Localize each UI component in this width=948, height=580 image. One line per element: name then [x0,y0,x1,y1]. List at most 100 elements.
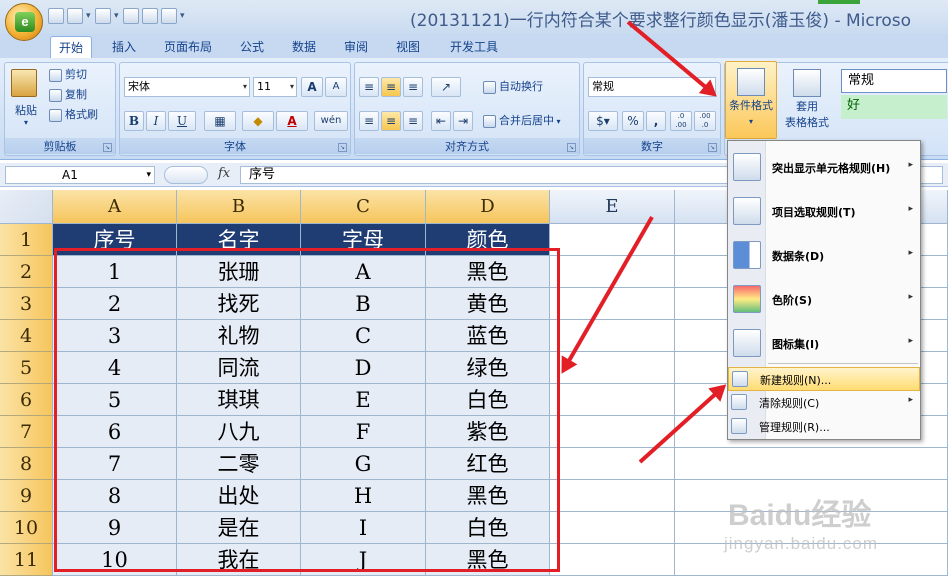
table-cell[interactable]: 1 [53,256,177,288]
column-header-c[interactable]: C [301,190,426,224]
tab-view[interactable]: 视图 [388,36,428,58]
underline-button[interactable]: U [168,111,196,131]
paste-button[interactable]: 粘贴 ▾ [11,69,41,127]
row-header[interactable]: 6 [0,384,53,416]
merge-center-button[interactable]: 合并后居中 ▾ [483,113,561,130]
style-good-swatch[interactable]: 好 [841,95,947,119]
align-top-button[interactable]: ≡ [359,77,379,97]
customize-qat-icon[interactable]: ▾ [180,9,186,23]
row-header[interactable]: 4 [0,320,53,352]
table-cell[interactable]: 2 [53,288,177,320]
row-header[interactable]: 8 [0,448,53,480]
decrease-decimal-button[interactable]: .00 .0 [694,111,716,131]
table-cell[interactable]: D [301,352,426,384]
table-cell[interactable]: 白色 [426,512,550,544]
tab-data[interactable]: 数据 [284,36,324,58]
fill-color-button[interactable]: ◆ [242,111,274,131]
qat-custom-icon-2[interactable] [142,8,158,24]
table-cell[interactable]: 八九 [177,416,301,448]
percent-button[interactable]: % [622,111,644,131]
column-header-b[interactable]: B [177,190,301,224]
header-cell[interactable]: 颜色 [426,224,550,256]
table-cell[interactable]: 黑色 [426,480,550,512]
table-cell[interactable]: 5 [53,384,177,416]
italic-button[interactable]: I [146,111,166,131]
table-cell[interactable]: 8 [53,480,177,512]
table-cell[interactable]: 7 [53,448,177,480]
orientation-button[interactable]: ↗ [431,77,461,97]
font-launcher-icon[interactable]: ↘ [338,143,347,152]
table-cell[interactable]: A [301,256,426,288]
save-icon[interactable] [48,8,64,24]
tab-insert[interactable]: 插入 [104,36,144,58]
qat-custom-icon-1[interactable] [123,8,139,24]
name-box[interactable]: A1 ▾ [5,166,155,184]
row-header[interactable]: 11 [0,544,53,576]
qat-custom-icon-3[interactable] [161,8,177,24]
clipboard-launcher-icon[interactable]: ↘ [103,143,112,152]
row-header[interactable]: 9 [0,480,53,512]
empty-cell[interactable] [550,288,675,320]
format-painter-button[interactable]: 格式刷 [49,107,98,123]
empty-cell[interactable] [550,224,675,256]
increase-indent-button[interactable]: ⇥ [453,111,473,131]
column-header-e[interactable]: E [550,190,675,224]
align-bottom-button[interactable]: ≡ [403,77,423,97]
table-cell[interactable]: C [301,320,426,352]
header-cell[interactable]: 序号 [53,224,177,256]
increase-decimal-button[interactable]: .0 .00 [670,111,692,131]
table-cell[interactable]: 是在 [177,512,301,544]
tab-review[interactable]: 审阅 [336,36,376,58]
phonetic-button[interactable]: wén [314,111,348,131]
empty-cell[interactable] [550,320,675,352]
cut-button[interactable]: 剪切 [49,67,87,83]
table-cell[interactable]: 白色 [426,384,550,416]
table-cell[interactable]: 礼物 [177,320,301,352]
empty-cell[interactable] [550,384,675,416]
empty-cell[interactable] [550,480,675,512]
select-all-corner[interactable] [0,190,53,224]
row-header[interactable]: 10 [0,512,53,544]
table-cell[interactable]: 9 [53,512,177,544]
formula-bar-splitter[interactable] [164,166,208,184]
table-cell[interactable]: 黑色 [426,544,550,576]
table-cell[interactable]: 黄色 [426,288,550,320]
conditional-formatting-button[interactable]: 条件格式 ▾ [725,61,777,139]
table-cell[interactable]: 蓝色 [426,320,550,352]
font-name-combo[interactable]: 宋体 ▾ [124,77,250,97]
comma-button[interactable]: , [646,111,666,131]
table-cell[interactable]: 6 [53,416,177,448]
insert-function-icon[interactable]: fx [218,166,230,181]
empty-cell[interactable] [550,544,675,576]
table-cell[interactable]: F [301,416,426,448]
tab-page-layout[interactable]: 页面布局 [156,36,220,58]
wrap-text-button[interactable]: 自动换行 [483,79,543,95]
empty-cell[interactable] [550,448,675,480]
decrease-indent-button[interactable]: ⇤ [431,111,451,131]
menu-item-highlight-rules[interactable]: 突出显示单元格规则(H) ▸ [728,147,920,187]
row-header[interactable]: 1 [0,224,53,256]
table-cell[interactable]: E [301,384,426,416]
table-cell[interactable]: 绿色 [426,352,550,384]
font-color-button[interactable]: A [276,111,308,131]
menu-item-new-rule[interactable]: 新建规则(N)... [728,367,920,391]
redo-icon[interactable] [95,8,111,24]
row-header[interactable]: 2 [0,256,53,288]
table-cell[interactable]: 我在 [177,544,301,576]
table-cell[interactable]: 张珊 [177,256,301,288]
copy-button[interactable]: 复制 [49,87,87,103]
currency-button[interactable]: $▾ [588,111,618,131]
style-normal-swatch[interactable]: 常规 [841,69,947,93]
borders-button[interactable]: ▦ [204,111,236,131]
number-launcher-icon[interactable]: ↘ [708,143,717,152]
tab-home[interactable]: 开始 [50,36,93,58]
empty-cell[interactable] [550,512,675,544]
font-size-combo[interactable]: 11 ▾ [253,77,297,97]
table-cell[interactable]: B [301,288,426,320]
redo-dropdown-icon[interactable]: ▾ [114,9,120,23]
column-header-a[interactable]: A [53,190,177,224]
undo-dropdown-icon[interactable]: ▾ [86,9,92,23]
table-cell[interactable]: H [301,480,426,512]
shrink-font-button[interactable]: A [325,77,347,97]
row-header[interactable]: 3 [0,288,53,320]
